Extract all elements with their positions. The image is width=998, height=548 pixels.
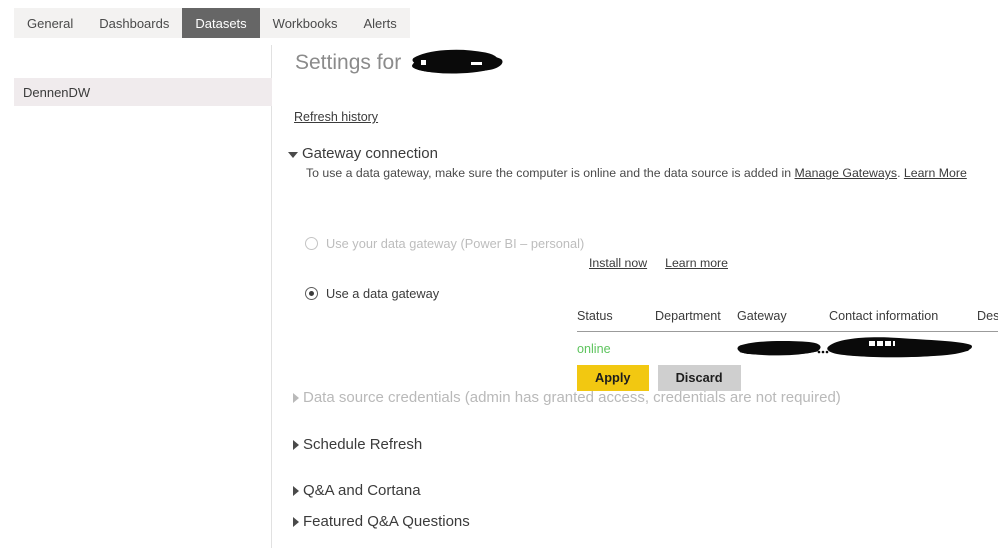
column-header-gateway: Gateway bbox=[737, 309, 829, 332]
table-row[interactable]: online bbox=[577, 332, 998, 363]
section-header-schedule-refresh[interactable]: Schedule Refresh bbox=[293, 436, 422, 453]
cell-gateway bbox=[737, 332, 829, 363]
section-title-data-source-credentials: Data source credentials (admin has grant… bbox=[303, 389, 841, 406]
learn-more-link[interactable]: Learn More bbox=[904, 166, 967, 180]
gateway-table: Status Department Gateway Contact inform… bbox=[577, 309, 998, 362]
column-header-department: Department bbox=[655, 309, 737, 332]
tab-general[interactable]: General bbox=[14, 8, 86, 38]
section-title-qa-and-cortana: Q&A and Cortana bbox=[303, 482, 421, 499]
section-header-gateway-connection[interactable]: Gateway connection bbox=[288, 145, 438, 162]
page-title-text: Settings for bbox=[295, 51, 402, 74]
refresh-history-link[interactable]: Refresh history bbox=[294, 110, 378, 124]
section-title-featured-qa-questions: Featured Q&A Questions bbox=[303, 513, 470, 530]
cell-contact-information bbox=[827, 332, 977, 363]
radio-use-data-gateway[interactable]: Use a data gateway bbox=[305, 286, 439, 301]
redacted-dataset-name bbox=[409, 49, 503, 74]
chevron-right-icon bbox=[293, 392, 299, 403]
page-title: Settings for bbox=[295, 49, 503, 75]
redaction-mark-title bbox=[412, 49, 503, 74]
chevron-right-icon bbox=[293, 485, 299, 496]
cell-department bbox=[655, 332, 737, 363]
section-header-data-source-credentials[interactable]: Data source credentials (admin has grant… bbox=[293, 389, 841, 406]
settings-content-pane: Settings for Refresh history Gateway con… bbox=[272, 45, 998, 548]
tab-dashboards[interactable]: Dashboards bbox=[86, 8, 182, 38]
section-title-gateway-connection: Gateway connection bbox=[302, 145, 438, 162]
dataset-list-pane: DennenDW bbox=[0, 45, 272, 548]
chevron-right-icon bbox=[293, 516, 299, 527]
column-header-contact-information: Contact information bbox=[829, 309, 977, 332]
manage-gateways-link[interactable]: Manage Gateways bbox=[795, 166, 898, 180]
radio-label-data-gateway: Use a data gateway bbox=[326, 286, 440, 301]
tab-workbooks[interactable]: Workbooks bbox=[260, 8, 351, 38]
redacted-contact-value bbox=[827, 337, 977, 358]
radio-button-icon-selected bbox=[305, 287, 318, 300]
personal-gateway-links: Install now Learn more bbox=[589, 256, 728, 270]
main-tabbar: General Dashboards Datasets Workbooks Al… bbox=[14, 8, 410, 38]
redaction-mark-gateway bbox=[737, 341, 829, 356]
tab-datasets[interactable]: Datasets bbox=[182, 8, 260, 38]
redaction-mark-contact bbox=[827, 337, 972, 358]
status-badge: online bbox=[577, 341, 611, 356]
cell-status: online bbox=[577, 332, 655, 363]
radio-button-icon-unselected bbox=[305, 237, 318, 250]
sidebar-item-dennendw[interactable]: DennenDW bbox=[14, 78, 272, 106]
install-now-link[interactable]: Install now bbox=[589, 256, 647, 270]
column-header-description: Description bbox=[977, 309, 998, 332]
gateway-description-separator: . bbox=[897, 166, 904, 180]
gateway-description: To use a data gateway, make sure the com… bbox=[306, 166, 967, 180]
radio-label-personal-gateway: Use your data gateway (Power BI – person… bbox=[326, 236, 585, 251]
apply-button[interactable]: Apply bbox=[577, 365, 649, 391]
tab-alerts[interactable]: Alerts bbox=[350, 8, 409, 38]
table-header-row: Status Department Gateway Contact inform… bbox=[577, 309, 998, 332]
radio-use-personal-gateway[interactable]: Use your data gateway (Power BI – person… bbox=[305, 236, 584, 251]
section-title-schedule-refresh: Schedule Refresh bbox=[303, 436, 423, 453]
section-header-featured-qa-questions[interactable]: Featured Q&A Questions bbox=[293, 513, 470, 530]
column-header-status: Status bbox=[577, 309, 655, 332]
discard-button[interactable]: Discard bbox=[657, 365, 741, 391]
chevron-right-icon bbox=[293, 439, 299, 450]
sidebar-item-label: DennenDW bbox=[23, 84, 91, 100]
form-action-buttons: Apply Discard bbox=[577, 365, 741, 391]
chevron-down-icon bbox=[288, 151, 298, 158]
cell-description bbox=[977, 332, 998, 363]
learn-more-personal-link[interactable]: Learn more bbox=[665, 256, 728, 270]
section-header-qa-and-cortana[interactable]: Q&A and Cortana bbox=[293, 482, 421, 499]
gateway-description-text: To use a data gateway, make sure the com… bbox=[306, 166, 795, 180]
redacted-gateway-value bbox=[737, 341, 829, 356]
